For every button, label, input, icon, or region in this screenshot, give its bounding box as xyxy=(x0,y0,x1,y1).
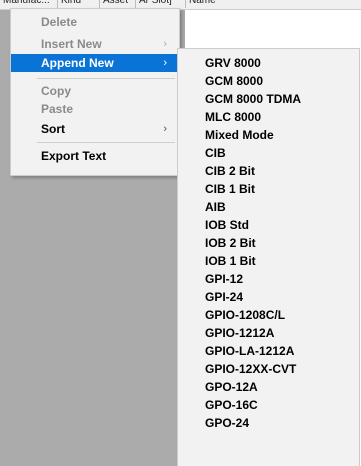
submenu-item[interactable]: IOB 2 Bit xyxy=(178,234,360,252)
submenu-item[interactable]: IOB Std xyxy=(178,216,360,234)
menu-separator xyxy=(37,142,175,143)
chevron-right-icon: › xyxy=(163,38,167,50)
submenu-item[interactable]: CIB 2 Bit xyxy=(178,162,360,180)
grid-column-header[interactable]: Asset xyxy=(100,0,136,8)
grid-column-header[interactable]: Manufac... xyxy=(0,0,58,8)
grid-column-header-name[interactable]: Name xyxy=(186,0,306,8)
grid-column-header[interactable]: Kind xyxy=(58,0,100,8)
menu-item-label: Insert New xyxy=(41,37,102,51)
menu-item-label: Delete xyxy=(41,15,78,29)
menu-item-sort[interactable]: Sort › xyxy=(11,120,179,138)
menu-item-copy[interactable]: Copy xyxy=(11,82,179,100)
chevron-right-icon: › xyxy=(163,57,167,69)
submenu-item[interactable]: GPIO-1212A xyxy=(178,324,360,342)
context-menu: Delete Insert New › Append New › Copy Pa… xyxy=(10,8,180,176)
menu-item-insert-new[interactable]: Insert New › xyxy=(11,35,179,53)
submenu-item[interactable]: IOB 1 Bit xyxy=(178,252,360,270)
menu-item-paste[interactable]: Paste xyxy=(11,100,179,118)
grid-column-header[interactable]: Ar Slot] xyxy=(136,0,186,8)
menu-item-label: Append New xyxy=(41,56,114,70)
menu-item-append-new[interactable]: Append New › xyxy=(11,54,179,72)
submenu-item[interactable]: CIB xyxy=(178,144,360,162)
menu-separator xyxy=(37,78,175,79)
submenu-item[interactable]: GPIO-1208C/L xyxy=(178,306,360,324)
chevron-right-icon: › xyxy=(163,123,167,135)
submenu-item[interactable]: GPI-24 xyxy=(178,288,360,306)
menu-item-label: Sort xyxy=(41,122,65,136)
submenu-item[interactable]: GPI-12 xyxy=(178,270,360,288)
submenu-item[interactable]: AIB xyxy=(178,198,360,216)
submenu-item[interactable]: GCM 8000 xyxy=(178,72,360,90)
submenu-item[interactable]: Mixed Mode xyxy=(178,126,360,144)
submenu-item[interactable]: GPIO-LA-1212A xyxy=(178,342,360,360)
submenu-item[interactable]: GRV 8000 xyxy=(178,54,360,72)
submenu-item[interactable]: GCM 8000 TDMA xyxy=(178,90,360,108)
append-new-submenu: GRV 8000 GCM 8000 GCM 8000 TDMA MLC 8000… xyxy=(177,48,360,466)
menu-item-delete[interactable]: Delete xyxy=(11,13,179,31)
submenu-item[interactable]: MLC 8000 xyxy=(178,108,360,126)
submenu-item[interactable]: CIB 1 Bit xyxy=(178,180,360,198)
menu-item-label: Copy xyxy=(41,84,71,98)
grid-column-header[interactable] xyxy=(306,0,361,8)
submenu-item[interactable]: GPO-24 xyxy=(178,414,360,432)
menu-item-label: Export Text xyxy=(41,149,107,163)
submenu-item[interactable]: GPO-16C xyxy=(178,396,360,414)
submenu-item[interactable]: GPO-12A xyxy=(178,378,360,396)
submenu-item[interactable]: GPIO-12XX-CVT xyxy=(178,360,360,378)
menu-item-label: Paste xyxy=(41,102,74,116)
menu-item-export-text[interactable]: Export Text xyxy=(11,147,179,165)
